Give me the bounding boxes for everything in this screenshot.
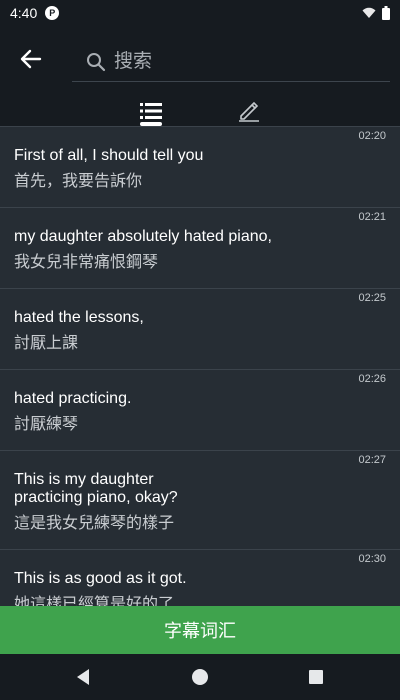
- search-input[interactable]: [114, 50, 364, 73]
- back-button[interactable]: [14, 44, 48, 74]
- search-icon: [87, 52, 106, 71]
- nav-back-button[interactable]: [70, 665, 96, 689]
- subtitle-chinese: 她這樣已經算是好的了: [14, 594, 175, 606]
- subtitle-vocabulary-button[interactable]: 字幕词汇: [0, 606, 400, 654]
- subtitle-chinese: 這是我女兒練琴的樣子: [14, 513, 175, 532]
- subtitle-english: This is my daughter practicing piano, ok…: [14, 471, 178, 506]
- subtitle-time: 02:26: [358, 373, 386, 385]
- pencil-icon: [239, 101, 259, 122]
- subtitle-chinese: 討厭練琴: [14, 414, 79, 433]
- search-bar[interactable]: [72, 42, 390, 82]
- app-header: [0, 26, 400, 126]
- subtitle-time: 02:30: [358, 553, 386, 565]
- battery-icon: [382, 6, 390, 20]
- subtitle-time: 02:25: [358, 292, 386, 304]
- status-indicators: [362, 6, 390, 20]
- status-time: 4:40: [10, 5, 38, 21]
- subtitle-row[interactable]: 02:21 my daughter absolutely hated piano…: [0, 207, 400, 288]
- subtitle-english: my daughter absolutely hated piano,: [14, 228, 272, 245]
- subtitle-english: hated practicing.: [14, 390, 132, 407]
- subtitle-english: First of all, I should tell you: [14, 147, 204, 164]
- tab-edit[interactable]: [229, 96, 269, 126]
- nav-recents-button[interactable]: [303, 665, 329, 689]
- wifi-icon: [362, 7, 376, 18]
- subtitle-row[interactable]: 02:26 hated practicing. 討厭練琴: [0, 369, 400, 450]
- subtitle-time: 02:20: [358, 130, 386, 142]
- subtitle-row[interactable]: 02:30 This is as good as it got. 她這樣已經算是…: [0, 549, 400, 606]
- subtitle-english: This is as good as it got.: [14, 570, 187, 587]
- arrow-left-icon: [20, 49, 42, 69]
- nav-home-button[interactable]: [187, 665, 213, 689]
- subtitle-english: hated the lessons,: [14, 309, 144, 326]
- subtitle-chinese: 首先，我要告訴你: [14, 171, 143, 190]
- square-recents-icon: [309, 670, 323, 684]
- subtitle-list[interactable]: 02:20 First of all, I should tell you 首先…: [0, 126, 400, 606]
- subtitle-row[interactable]: 02:27 This is my daughter practicing pia…: [0, 450, 400, 549]
- subtitle-time: 02:27: [358, 454, 386, 466]
- subtitle-row[interactable]: 02:20 First of all, I should tell you 首先…: [0, 126, 400, 207]
- status-bar: 4:40 P: [0, 0, 400, 26]
- subtitle-time: 02:21: [358, 211, 386, 223]
- system-nav-bar: [0, 654, 400, 700]
- subtitle-chinese: 我女兒非常痛恨鋼琴: [14, 252, 159, 271]
- subtitle-chinese: 討厭上課: [14, 333, 79, 352]
- subtitle-row[interactable]: 02:25 hated the lessons, 討厭上課: [0, 288, 400, 369]
- circle-home-icon: [192, 669, 208, 685]
- triangle-back-icon: [77, 669, 89, 685]
- app-notification-icon: P: [45, 6, 60, 20]
- list-icon: [140, 103, 162, 119]
